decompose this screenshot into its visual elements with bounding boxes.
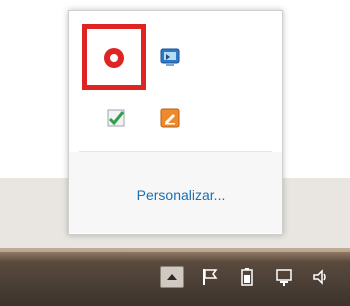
remote-desktop-icon[interactable]	[158, 46, 182, 70]
show-hidden-icons-button[interactable]	[160, 266, 184, 288]
taskbar-highlight	[0, 248, 350, 252]
flag-icon	[203, 269, 218, 285]
network-icon[interactable]	[270, 265, 298, 289]
checkbox-icon[interactable]	[104, 106, 128, 130]
chevron-up-icon	[167, 274, 177, 280]
notification-tray	[160, 262, 344, 292]
signature-icon-graphic	[160, 108, 180, 128]
action-center-flag-icon[interactable]	[196, 265, 224, 289]
record-dot	[104, 48, 124, 68]
record-icon[interactable]	[102, 46, 126, 70]
network-icon-graphic	[276, 269, 292, 286]
customize-link[interactable]: Personalizar...	[116, 187, 246, 203]
remote-desktop-icon-graphic	[160, 48, 180, 66]
signature-icon[interactable]	[158, 106, 182, 130]
battery-icon-graphic	[241, 268, 253, 286]
battery-icon[interactable]	[233, 265, 261, 289]
speaker-icon	[313, 269, 326, 285]
checkbox-icon-graphic	[107, 109, 125, 127]
volume-icon[interactable]	[307, 265, 335, 289]
